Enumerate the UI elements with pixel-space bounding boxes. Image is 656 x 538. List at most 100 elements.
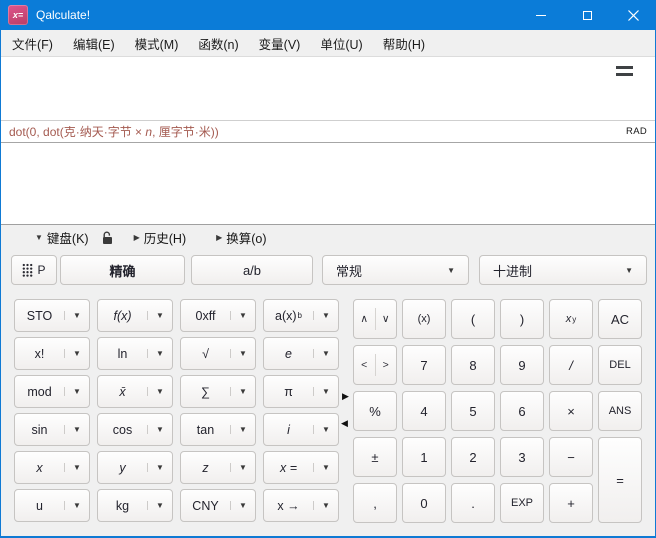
natural-log-button[interactable]: ln▼ — [97, 337, 173, 370]
fraction-toggle-button[interactable]: a/b — [191, 255, 313, 285]
digit-0-button[interactable]: 0 — [402, 483, 446, 523]
dropdown-arrow-icon[interactable]: ▼ — [64, 501, 89, 510]
menu-mode[interactable]: 模式(M) — [125, 30, 189, 56]
var-z-button[interactable]: z▼ — [180, 451, 256, 484]
dropdown-arrow-icon[interactable]: ▼ — [64, 387, 89, 396]
menu-help[interactable]: 帮助(H) — [373, 30, 435, 56]
cursor-vertical-button[interactable]: ∧∨ — [353, 299, 397, 339]
divide-button[interactable]: / — [549, 345, 593, 385]
tangent-button[interactable]: tan▼ — [180, 413, 256, 446]
cosine-button[interactable]: cos▼ — [97, 413, 173, 446]
sto-button[interactable]: STO▼ — [14, 299, 90, 332]
equation-button[interactable]: x =▼ — [263, 451, 339, 484]
modulo-button[interactable]: mod▼ — [14, 375, 90, 408]
var-x-button[interactable]: x▼ — [14, 451, 90, 484]
smart-parentheses-button[interactable]: (x) — [402, 299, 446, 339]
clear-all-button[interactable]: AC — [598, 299, 642, 339]
digit-5-button[interactable]: 5 — [451, 391, 495, 431]
expression-input[interactable] — [1, 57, 655, 120]
dropdown-arrow-icon[interactable]: ▼ — [147, 387, 172, 396]
multiply-button[interactable]: × — [549, 391, 593, 431]
convert-to-button[interactable]: x →▼ — [263, 489, 339, 522]
lock-icon[interactable] — [101, 231, 114, 245]
menu-units[interactable]: 单位(U) — [310, 30, 372, 56]
close-button[interactable] — [610, 0, 656, 30]
dropdown-arrow-icon[interactable]: ▼ — [230, 501, 255, 510]
keypad-page-prev-icon[interactable]: ◀ — [341, 419, 348, 428]
unit-u-button[interactable]: u▼ — [14, 489, 90, 522]
angle-mode-indicator[interactable]: RAD — [626, 126, 647, 137]
menu-hamburger-icon[interactable] — [616, 66, 633, 80]
history-toggle[interactable]: ▶ 历史(H) — [128, 228, 193, 247]
custom-power-button[interactable]: a(x)b▼ — [263, 299, 339, 332]
digit-1-button[interactable]: 1 — [402, 437, 446, 477]
unit-kg-button[interactable]: kg▼ — [97, 489, 173, 522]
sum-button[interactable]: ∑▼ — [180, 375, 256, 408]
dropdown-arrow-icon[interactable]: ▼ — [147, 311, 172, 320]
dropdown-arrow-icon[interactable]: ▼ — [64, 311, 89, 320]
dropdown-arrow-icon[interactable]: ▼ — [64, 349, 89, 358]
pi-button[interactable]: π▼ — [263, 375, 339, 408]
keypad-page-next-icon[interactable]: ▶ — [342, 392, 349, 401]
dropdown-arrow-icon[interactable]: ▼ — [230, 349, 255, 358]
programming-keypad-button[interactable]: P — [11, 255, 57, 285]
hexadecimal-button[interactable]: 0xff▼ — [180, 299, 256, 332]
digit-6-button[interactable]: 6 — [500, 391, 544, 431]
square-root-button[interactable]: √▼ — [180, 337, 256, 370]
left-parenthesis-button[interactable]: ( — [451, 299, 495, 339]
number-base-dropdown[interactable]: 十进制 ▼ — [479, 255, 647, 285]
dropdown-arrow-icon[interactable]: ▼ — [313, 349, 338, 358]
exponent-button[interactable]: EXP — [500, 483, 544, 523]
percent-button[interactable]: % — [353, 391, 397, 431]
add-button[interactable]: + — [549, 483, 593, 523]
menu-edit[interactable]: 编辑(E) — [63, 30, 125, 56]
cursor-horizontal-button[interactable]: <> — [353, 345, 397, 385]
dropdown-arrow-icon[interactable]: ▼ — [64, 425, 89, 434]
answer-button[interactable]: ANS — [598, 391, 642, 431]
mean-button[interactable]: x̄▼ — [97, 375, 173, 408]
comma-button[interactable]: , — [353, 483, 397, 523]
digit-2-button[interactable]: 2 — [451, 437, 495, 477]
menu-functions[interactable]: 函数(n) — [188, 30, 248, 56]
dropdown-arrow-icon[interactable]: ▼ — [313, 387, 338, 396]
dropdown-arrow-icon[interactable]: ▼ — [147, 501, 172, 510]
dropdown-arrow-icon[interactable]: ▼ — [230, 387, 255, 396]
factorial-button[interactable]: x!▼ — [14, 337, 90, 370]
right-parenthesis-button[interactable]: ) — [500, 299, 544, 339]
subtract-button[interactable]: − — [549, 437, 593, 477]
sine-button[interactable]: sin▼ — [14, 413, 90, 446]
minimize-button[interactable] — [518, 0, 564, 30]
exact-toggle-button[interactable]: 精确 — [60, 255, 185, 285]
menu-variables[interactable]: 变量(V) — [249, 30, 311, 56]
digit-4-button[interactable]: 4 — [402, 391, 446, 431]
var-y-button[interactable]: y▼ — [97, 451, 173, 484]
dropdown-arrow-icon[interactable]: ▼ — [147, 463, 172, 472]
dropdown-arrow-icon[interactable]: ▼ — [147, 425, 172, 434]
decimal-point-button[interactable]: . — [451, 483, 495, 523]
function-fx-button[interactable]: f(x)▼ — [97, 299, 173, 332]
display-mode-dropdown[interactable]: 常规 ▼ — [322, 255, 469, 285]
power-button[interactable]: xy — [549, 299, 593, 339]
dropdown-arrow-icon[interactable]: ▼ — [313, 311, 338, 320]
dropdown-arrow-icon[interactable]: ▼ — [313, 501, 338, 510]
currency-cny-button[interactable]: CNY▼ — [180, 489, 256, 522]
keyboard-toggle[interactable]: ▼ 键盘(K) — [29, 228, 95, 247]
equals-button[interactable]: = — [598, 437, 642, 523]
dropdown-arrow-icon[interactable]: ▼ — [64, 463, 89, 472]
delete-button[interactable]: DEL — [598, 345, 642, 385]
digit-8-button[interactable]: 8 — [451, 345, 495, 385]
imaginary-i-button[interactable]: i▼ — [263, 413, 339, 446]
dropdown-arrow-icon[interactable]: ▼ — [313, 425, 338, 434]
menu-file[interactable]: 文件(F) — [2, 30, 63, 56]
dropdown-arrow-icon[interactable]: ▼ — [230, 425, 255, 434]
convert-toggle[interactable]: ▶ 换算(o) — [210, 228, 272, 247]
euler-e-button[interactable]: e▼ — [263, 337, 339, 370]
dropdown-arrow-icon[interactable]: ▼ — [147, 349, 172, 358]
dropdown-arrow-icon[interactable]: ▼ — [230, 311, 255, 320]
digit-9-button[interactable]: 9 — [500, 345, 544, 385]
dropdown-arrow-icon[interactable]: ▼ — [230, 463, 255, 472]
plus-minus-button[interactable]: ± — [353, 437, 397, 477]
digit-3-button[interactable]: 3 — [500, 437, 544, 477]
dropdown-arrow-icon[interactable]: ▼ — [313, 463, 338, 472]
maximize-button[interactable] — [564, 0, 610, 30]
